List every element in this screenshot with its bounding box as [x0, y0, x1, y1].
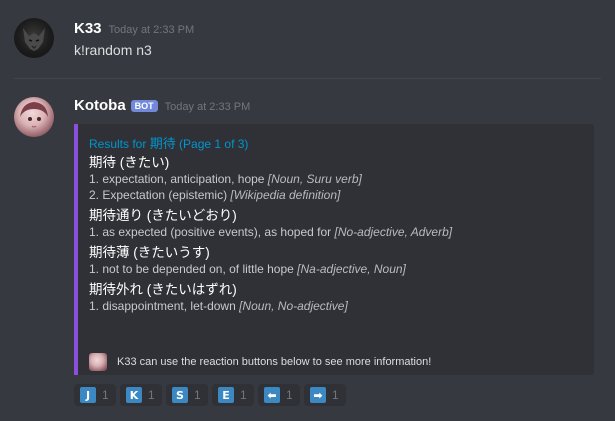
- entry-definition: 1. not to be depended on, of little hope…: [89, 261, 582, 277]
- reaction-count: 1: [240, 388, 247, 402]
- dictionary-entry: 期待外れ (きたいはずれ) 1. disappointment, let-dow…: [89, 282, 582, 314]
- arrow-left-icon: ⬅: [264, 387, 280, 403]
- reaction-count: 1: [332, 388, 339, 402]
- definition-text: 1. as expected (positive events), as hop…: [89, 225, 335, 239]
- timestamp: Today at 2:33 PM: [164, 101, 251, 113]
- regional-k-icon: K: [126, 387, 142, 403]
- definition-text: 1. disappointment, let-down: [89, 299, 240, 313]
- dictionary-embed: Results for 期待 (Page 1 of 3) 期待 (きたい) 1.…: [74, 124, 594, 375]
- footer-text: K33 can use the reaction buttons below t…: [117, 356, 432, 368]
- wolf-avatar-icon: [23, 28, 45, 51]
- bot-avatar[interactable]: [14, 97, 54, 137]
- entry-headword: 期待薄 (きたいうす): [89, 245, 210, 260]
- definition-tags: [Wikipedia definition]: [230, 188, 341, 202]
- definition-tags: [Na-adjective, Noun]: [297, 262, 406, 276]
- dictionary-entry: 期待通り (きたいどおり) 1. as expected (positive e…: [89, 208, 582, 240]
- reaction-count: 1: [102, 388, 109, 402]
- reaction-k[interactable]: K 1: [120, 384, 162, 406]
- reaction-e[interactable]: E 1: [212, 384, 254, 406]
- entry-definition: 1. as expected (positive events), as hop…: [89, 224, 582, 240]
- definition-tags: [No-adjective, Adverb]: [334, 225, 453, 239]
- embed-title-suffix: (Page 1 of 3): [175, 137, 249, 151]
- regional-s-icon: S: [172, 387, 188, 403]
- entry-definition: 1. expectation, anticipation, hope [Noun…: [89, 171, 582, 187]
- message-kotoba: Kotoba BOT Today at 2:33 PM Results for …: [0, 92, 615, 421]
- regional-e-icon: E: [218, 387, 234, 403]
- entry-definition: 1. disappointment, let-down [Noun, No-ad…: [89, 298, 582, 314]
- footer-avatar-icon: [89, 353, 107, 371]
- definition-tags: [Noun, No-adjective]: [239, 299, 348, 313]
- definition-text: 1. expectation, anticipation, hope: [89, 172, 268, 186]
- embed-title-query: 期待: [149, 136, 176, 151]
- username[interactable]: Kotoba: [74, 97, 126, 114]
- entry-definition: 2. Expectation (epistemic) [Wikipedia de…: [89, 187, 582, 203]
- message-header: Kotoba BOT Today at 2:33 PM: [74, 97, 250, 115]
- reaction-j[interactable]: J 1: [74, 384, 116, 406]
- arrow-right-icon: ➡: [310, 387, 326, 403]
- dictionary-entry: 期待 (きたい) 1. expectation, anticipation, h…: [89, 155, 582, 203]
- reaction-count: 1: [194, 388, 201, 402]
- reaction-arrow-right[interactable]: ➡ 1: [304, 384, 346, 406]
- message-header: K33 Today at 2:33 PM: [74, 20, 194, 38]
- username[interactable]: K33: [74, 20, 102, 37]
- embed-footer: K33 can use the reaction buttons below t…: [89, 353, 431, 371]
- message-content: k!random n3: [74, 42, 152, 58]
- message-k33: K33 Today at 2:33 PM k!random n3: [0, 0, 615, 78]
- anime-avatar-icon: [20, 102, 48, 128]
- user-avatar[interactable]: [14, 18, 54, 58]
- entry-headword: 期待 (きたい): [89, 155, 170, 170]
- definition-tags: [Noun, Suru verb]: [267, 172, 362, 186]
- dictionary-entry: 期待薄 (きたいうす) 1. not to be depended on, of…: [89, 245, 582, 277]
- reaction-count: 1: [286, 388, 293, 402]
- entry-headword: 期待通り (きたいどおり): [89, 208, 237, 223]
- bot-badge: BOT: [130, 100, 158, 112]
- reaction-arrow-left[interactable]: ⬅ 1: [258, 384, 300, 406]
- reaction-bar: J 1 K 1 S 1 E 1 ⬅ 1 ➡ 1: [74, 384, 350, 406]
- timestamp: Today at 2:33 PM: [108, 24, 195, 36]
- definition-text: 2. Expectation (epistemic): [89, 188, 231, 202]
- embed-title[interactable]: Results for 期待 (Page 1 of 3): [89, 133, 582, 152]
- reaction-s[interactable]: S 1: [166, 384, 208, 406]
- reaction-count: 1: [148, 388, 155, 402]
- entry-headword: 期待外れ (きたいはずれ): [89, 282, 237, 297]
- regional-j-icon: J: [80, 387, 96, 403]
- message-divider: [14, 78, 601, 79]
- definition-text: 1. not to be depended on, of little hope: [89, 262, 298, 276]
- embed-title-prefix: Results for: [89, 137, 150, 151]
